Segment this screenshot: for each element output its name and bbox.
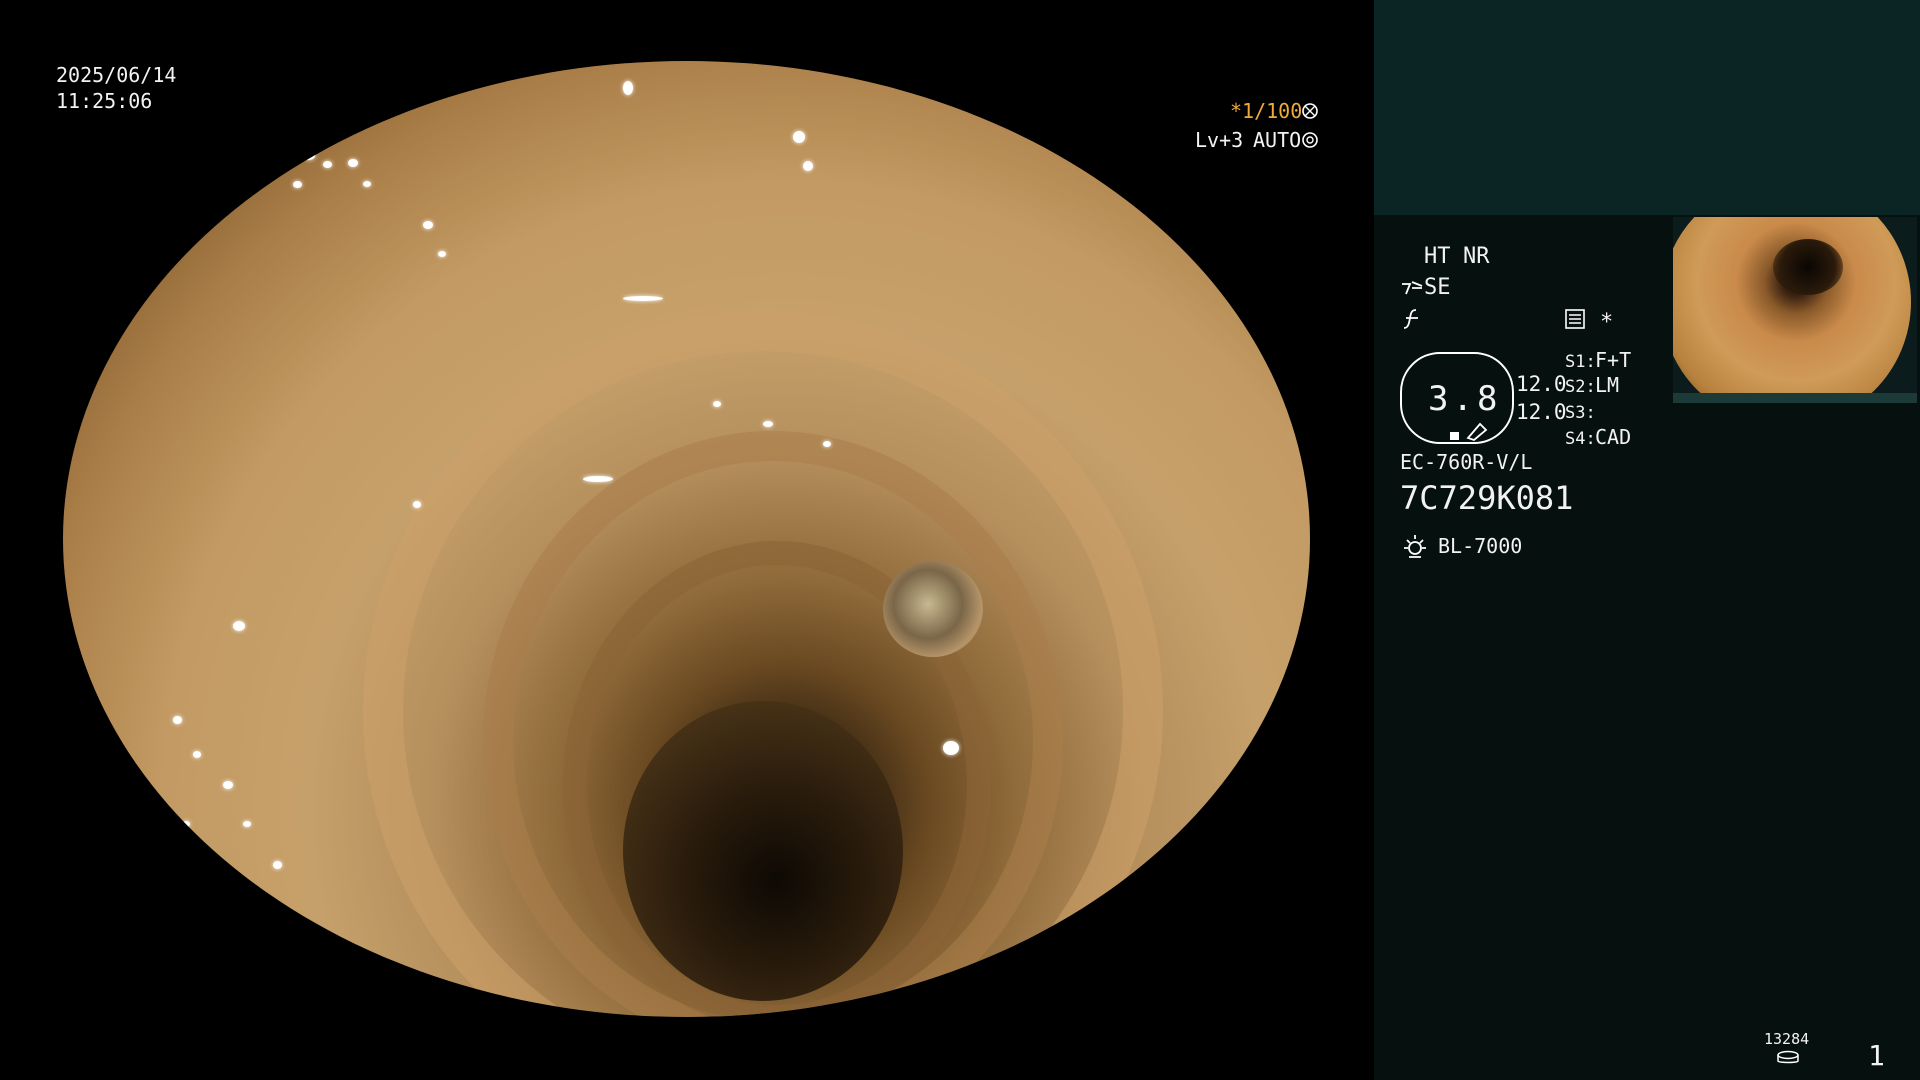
switch-1-value: F+T xyxy=(1595,348,1632,372)
specular-highlight xyxy=(278,139,286,145)
specular-highlight xyxy=(223,781,233,789)
specular-highlight xyxy=(173,716,182,724)
scope-model: EC-760R-V/L xyxy=(1400,450,1533,474)
shutter-speed: *1/100 xyxy=(1230,99,1303,123)
specular-highlight xyxy=(423,221,433,229)
thumbnail-lumen xyxy=(1773,239,1843,295)
specular-highlight xyxy=(803,161,813,171)
specular-highlight xyxy=(303,151,315,160)
se-icon xyxy=(1400,278,1424,298)
polyp-bubble xyxy=(883,561,983,657)
specular-highlight xyxy=(258,146,268,154)
specular-highlight xyxy=(233,621,245,631)
memo-icon xyxy=(1564,308,1586,330)
specular-highlight xyxy=(348,159,358,167)
settings-asterisk: * xyxy=(1600,310,1614,335)
page-number: 1 xyxy=(1868,1039,1885,1072)
switch-4-key: S4: xyxy=(1565,429,1596,449)
iris-icon xyxy=(1302,132,1318,148)
lumen xyxy=(623,701,903,1001)
ht-mode-label: HT xyxy=(1424,244,1451,269)
specular-highlight xyxy=(623,81,633,95)
specular-highlight xyxy=(413,501,421,508)
exposure-mode: AUTO xyxy=(1253,128,1302,152)
storage-count: 13284 xyxy=(1764,1030,1810,1048)
se-mode-label: SE xyxy=(1424,275,1451,300)
time-label: 11:25:06 xyxy=(56,89,153,113)
switch-2-key: S2: xyxy=(1565,377,1596,397)
specular-highlight xyxy=(713,401,721,407)
switch-1-key: S1: xyxy=(1565,352,1596,372)
scope-serial: 7C729K081 xyxy=(1400,479,1574,517)
specular-highlight xyxy=(943,741,959,755)
light-source-name: BL-7000 xyxy=(1438,534,1523,558)
specular-highlight xyxy=(793,131,805,143)
gauge-indicator-icon xyxy=(1450,420,1490,442)
specular-highlight xyxy=(293,181,302,188)
switch-3-key: S3: xyxy=(1565,403,1596,423)
specular-highlight xyxy=(823,441,831,447)
switch-2-value: LM xyxy=(1595,373,1620,397)
specular-highlight xyxy=(438,251,446,257)
specular-highlight xyxy=(763,421,773,427)
specular-highlight xyxy=(323,161,332,168)
specular-highlight xyxy=(363,181,371,187)
endoscope-view-clip xyxy=(0,61,1372,1017)
reading-2: 12.0 xyxy=(1516,400,1567,424)
shutter-icon xyxy=(1302,103,1318,119)
lamp-icon xyxy=(1400,532,1430,562)
thumbnail-image[interactable] xyxy=(1673,217,1917,403)
specular-highlight xyxy=(583,476,613,482)
date-label: 2025/06/14 xyxy=(56,63,177,87)
specular-highlight xyxy=(623,296,663,301)
nr-mode-label: NR xyxy=(1463,244,1490,269)
panel-header-area xyxy=(1374,0,1920,215)
exposure-level: Lv+3 xyxy=(1195,128,1244,152)
switch-4-value: CAD xyxy=(1595,425,1632,449)
f-icon xyxy=(1402,308,1422,330)
specular-highlight xyxy=(243,821,251,827)
specular-highlight xyxy=(183,821,190,827)
reading-1: 12.0 xyxy=(1516,372,1567,396)
disk-icon xyxy=(1776,1050,1800,1066)
gauge-value: 3.8 xyxy=(1428,379,1502,419)
endoscope-image xyxy=(63,61,1310,1017)
thumbnail-status-bar xyxy=(1673,393,1917,403)
specular-highlight xyxy=(193,751,201,758)
specular-highlight xyxy=(273,861,282,869)
